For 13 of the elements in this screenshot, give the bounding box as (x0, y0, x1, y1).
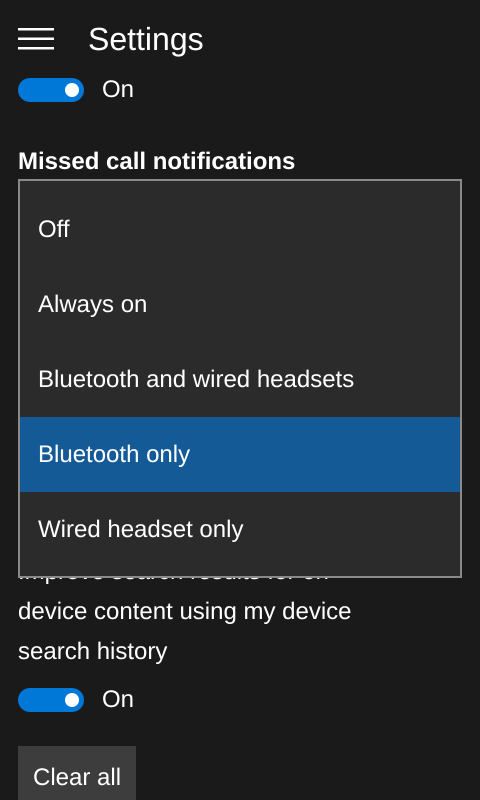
section-heading: Missed call notifications (18, 148, 296, 175)
clear-all-button[interactable]: Clear all (18, 746, 136, 800)
toggle-label: On (102, 75, 134, 105)
page-title: Settings (88, 20, 204, 59)
dropdown-option[interactable]: Bluetooth only (20, 417, 460, 492)
toggle-switch[interactable] (18, 688, 84, 712)
dropdown-option[interactable]: Bluetooth and wired headsets (20, 342, 460, 417)
toggle-label: On (102, 685, 134, 715)
toggle-switch[interactable] (18, 78, 84, 102)
menu-icon[interactable] (18, 28, 54, 50)
dropdown-option[interactable]: Always on (20, 267, 460, 342)
dropdown-option[interactable]: Off (20, 192, 460, 267)
dropdown-option[interactable]: Wired headset only (20, 492, 460, 567)
